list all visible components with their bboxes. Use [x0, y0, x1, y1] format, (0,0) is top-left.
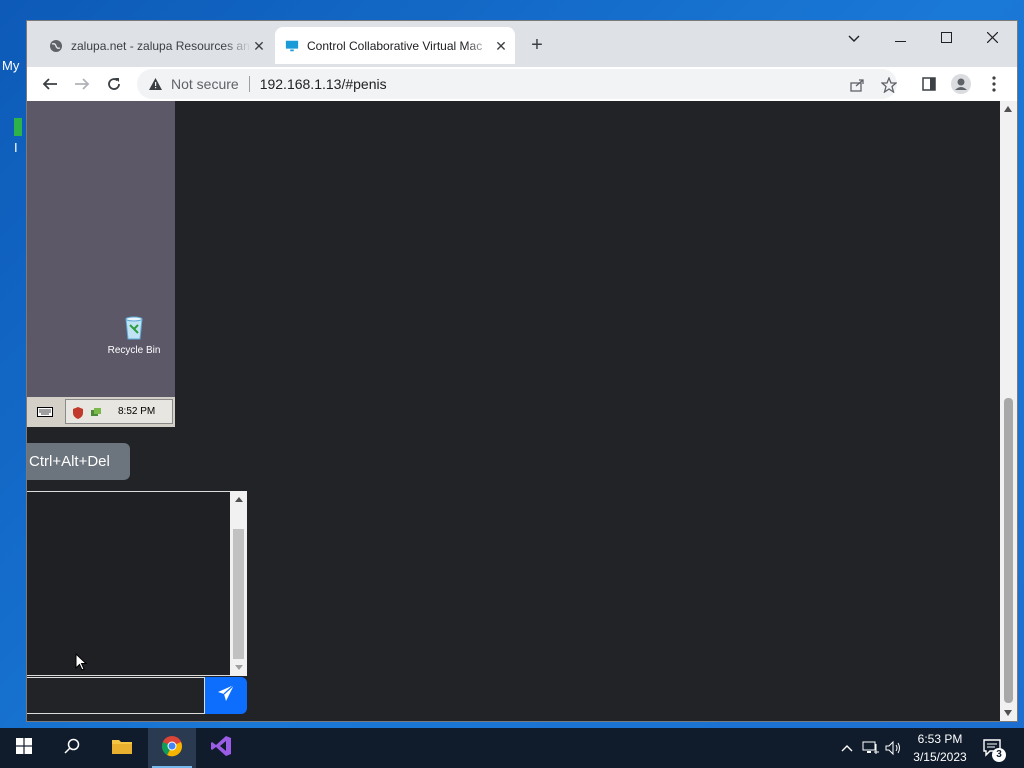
back-arrow-icon[interactable]	[37, 71, 63, 97]
security-status-label[interactable]: Not secure	[171, 76, 239, 92]
clock-time: 6:53 PM	[917, 732, 963, 746]
vm-recycle-bin[interactable]: Recycle Bin	[99, 313, 169, 356]
shield-icon[interactable]	[72, 406, 84, 419]
scroll-up-arrow-icon[interactable]	[1004, 106, 1012, 112]
close-window-button[interactable]	[969, 25, 1015, 53]
chat-scrollbar[interactable]	[230, 491, 247, 676]
url-text[interactable]: 192.168.1.13/#penis	[260, 76, 387, 92]
windows-logo-icon	[16, 737, 32, 759]
browser-toolbar: Not secure 192.168.1.13/#penis	[27, 67, 1017, 101]
kebab-menu-icon[interactable]	[983, 73, 1005, 95]
chat-input[interactable]	[27, 677, 205, 714]
tab-strip: zalupa.net - zalupa Resources and ✕ Cont…	[27, 21, 1017, 69]
bookmark-star-icon[interactable]	[879, 75, 899, 95]
keyboard-icon[interactable]	[27, 399, 63, 425]
folder-icon	[111, 737, 133, 760]
tab-collabvm[interactable]: Control Collaborative Virtual Mac ✕	[275, 27, 515, 64]
ctrl-alt-del-button[interactable]: Ctrl+Alt+Del	[27, 443, 130, 480]
search-button[interactable]	[48, 728, 96, 768]
network-icon[interactable]	[90, 406, 102, 418]
page-scrollbar[interactable]	[1000, 101, 1017, 721]
vm-taskbar: 8:52 PM	[27, 397, 175, 427]
notification-count-badge: 3	[992, 748, 1006, 762]
network-icon[interactable]	[861, 738, 881, 758]
scroll-up-arrow-icon[interactable]	[235, 497, 243, 502]
chat-scroll-thumb[interactable]	[233, 529, 244, 659]
file-explorer-button[interactable]	[98, 728, 146, 768]
desktop-icon-fragment[interactable]	[14, 118, 22, 136]
send-button[interactable]	[205, 677, 247, 714]
desktop-icon-label-fragment[interactable]: My	[2, 58, 19, 73]
tab-title: zalupa.net - zalupa Resources and	[71, 38, 251, 53]
visual-studio-icon	[210, 735, 232, 762]
globe-icon	[49, 39, 63, 53]
vm-system-tray: 8:52 PM	[65, 399, 173, 424]
page-scroll-thumb[interactable]	[1004, 398, 1013, 703]
desktop-icon-label-fragment-2[interactable]: I	[14, 140, 18, 155]
profile-avatar-icon[interactable]	[950, 73, 972, 95]
monitor-icon	[285, 39, 299, 53]
tab-search-chevron-icon[interactable]	[831, 25, 877, 53]
reload-icon[interactable]	[101, 71, 127, 97]
share-icon[interactable]	[847, 75, 867, 95]
vm-screen[interactable]: Recycle Bin	[27, 101, 175, 397]
recycle-bin-icon	[120, 313, 148, 341]
chat-log[interactable]	[27, 491, 245, 676]
scroll-down-arrow-icon[interactable]	[1004, 710, 1012, 716]
page-content: Recycle Bin 8:52 PM Ctrl+Alt+Del	[27, 101, 1000, 721]
windows-taskbar: 6:53 PM 3/15/2023 3	[0, 728, 1024, 768]
taskbar-clock[interactable]: 6:53 PM 3/15/2023	[906, 730, 974, 766]
tab-zalupa[interactable]: zalupa.net - zalupa Resources and ✕	[39, 27, 273, 64]
start-button[interactable]	[0, 728, 48, 768]
address-bar[interactable]: Not secure 192.168.1.13/#penis	[137, 69, 897, 99]
recycle-bin-label: Recycle Bin	[107, 345, 161, 356]
tab-title: Control Collaborative Virtual Mac	[307, 38, 483, 53]
chrome-icon	[161, 735, 183, 762]
volume-icon[interactable]	[884, 738, 904, 758]
visual-studio-button[interactable]	[197, 728, 245, 768]
clock-date: 3/15/2023	[913, 750, 967, 764]
close-tab-icon[interactable]: ✕	[251, 38, 267, 54]
new-tab-button[interactable]: +	[527, 35, 547, 55]
maximize-button[interactable]	[923, 25, 969, 53]
minimize-button[interactable]	[877, 25, 923, 53]
mouse-cursor-icon	[75, 652, 88, 671]
side-panel-icon[interactable]	[918, 73, 940, 95]
paper-plane-icon	[217, 684, 235, 707]
close-tab-icon[interactable]: ✕	[493, 38, 509, 54]
chevron-up-icon[interactable]	[837, 738, 857, 758]
omnibox-divider	[248, 76, 250, 92]
scroll-down-arrow-icon[interactable]	[235, 665, 243, 670]
search-icon	[64, 738, 80, 759]
chrome-taskbar-button[interactable]	[148, 728, 196, 768]
forward-arrow-icon[interactable]	[69, 71, 95, 97]
chrome-window: zalupa.net - zalupa Resources and ✕ Cont…	[27, 21, 1017, 721]
vm-clock: 8:52 PM	[118, 406, 156, 417]
warning-triangle-icon[interactable]	[147, 76, 163, 92]
